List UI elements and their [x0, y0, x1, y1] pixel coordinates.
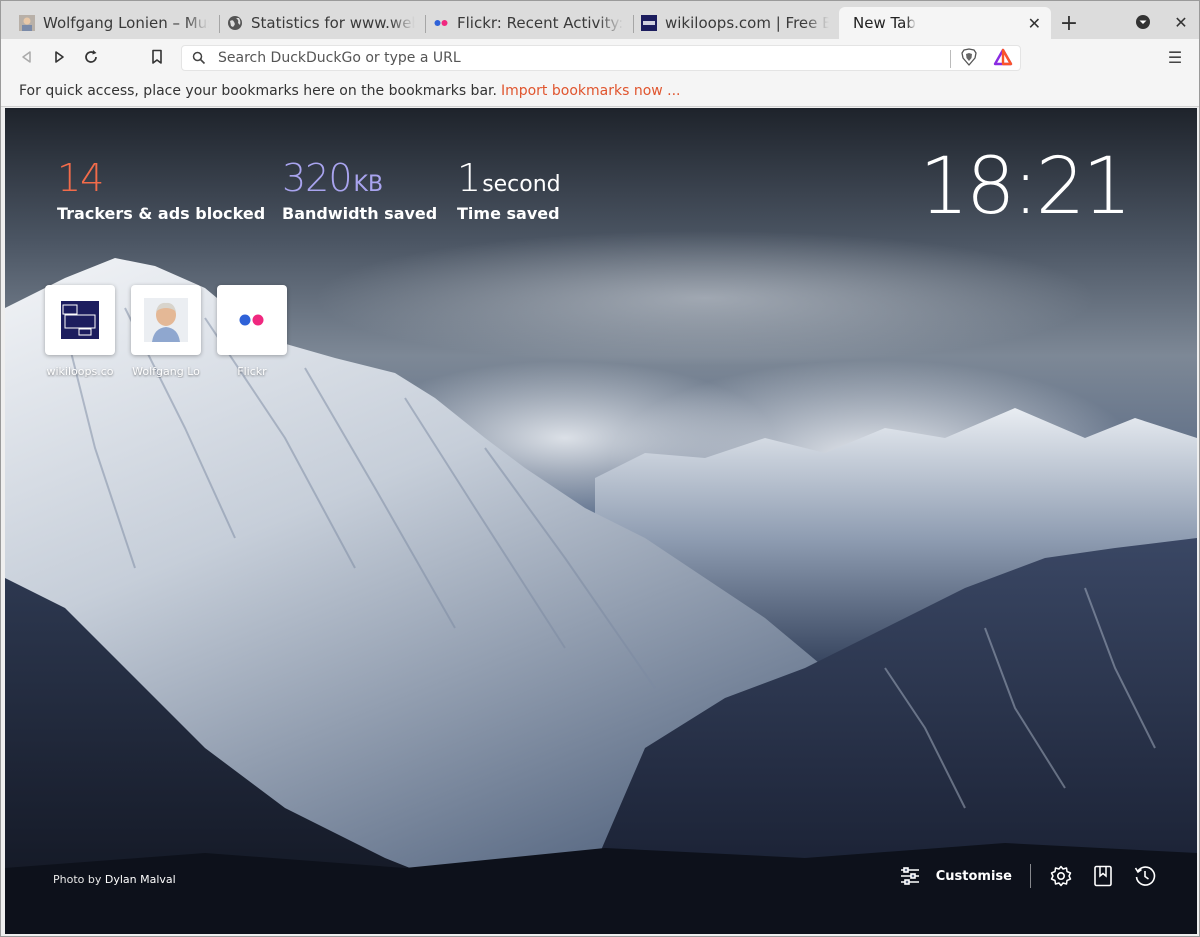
bottom-controls: Customise — [898, 864, 1157, 888]
wikiloops-logo-icon — [61, 301, 99, 339]
tab-label: Statistics for www.web59 — [251, 14, 415, 32]
customise-label: Customise — [935, 868, 1012, 884]
stat-bandwidth-saved: 320KB Bandwidth saved — [282, 156, 437, 223]
window-close-icon[interactable]: ✕ — [1171, 12, 1191, 32]
forward-button[interactable] — [47, 45, 71, 69]
photo-credit-prefix: Photo by — [53, 873, 102, 886]
flickr-icon — [433, 15, 449, 31]
bandwidth-label: Bandwidth saved — [282, 204, 438, 223]
address-bar[interactable] — [181, 45, 1021, 71]
bookmarks-bar: For quick access, place your bookmarks h… — [1, 75, 1199, 107]
tab-strip: Wolfgang Lonien – Music Statistics for w… — [1, 1, 1199, 39]
bookmarks-bar-message: For quick access, place your bookmarks h… — [19, 82, 497, 99]
menu-icon[interactable]: ☰ — [1163, 45, 1187, 69]
brave-rewards-icon[interactable] — [991, 45, 1015, 69]
globe-icon — [227, 15, 243, 31]
tab-wikiloops[interactable]: wikiloops.com | Free Back — [627, 7, 839, 39]
top-site-tile[interactable] — [131, 285, 201, 355]
clock: 18:21 — [919, 142, 1132, 232]
tab-label: wikiloops.com | Free Back — [665, 14, 829, 32]
controls-divider — [1030, 864, 1031, 888]
photo-credit-author[interactable]: Dylan Malval — [105, 873, 176, 886]
search-input[interactable] — [216, 49, 940, 67]
top-site-wikiloops[interactable]: wikiloops.co — [45, 285, 115, 378]
flickr-logo-icon — [239, 314, 264, 326]
wikiloops-icon — [641, 15, 657, 31]
new-tab-button[interactable]: + — [1057, 11, 1081, 36]
photo-credit: Photo by Dylan Malval — [53, 873, 176, 886]
top-site-wolfgang-lonien[interactable]: Wolfgang Lo — [131, 285, 201, 378]
tab-label: Flickr: Recent Activity: All — [457, 14, 623, 32]
time-unit: second — [482, 172, 561, 197]
bandwidth-value: 320 — [282, 156, 353, 200]
bookmarks-icon[interactable] — [1091, 864, 1115, 888]
import-bookmarks-link[interactable]: Import bookmarks now ... — [501, 83, 681, 99]
top-site-name: wikiloops.co — [46, 365, 114, 378]
tab-label: Wolfgang Lonien – Music — [43, 14, 209, 32]
tab-label: New Tab — [853, 14, 916, 32]
trackers-count: 14 — [57, 156, 104, 200]
stat-trackers-blocked: 14 Trackers & ads blocked — [57, 156, 265, 223]
person-photo-icon — [19, 15, 35, 31]
tab-wolfgang-lonien[interactable]: Wolfgang Lonien – Music — [5, 7, 219, 39]
tab-statistics[interactable]: Statistics for www.web59 — [213, 7, 425, 39]
customise-button[interactable]: Customise — [898, 864, 1012, 888]
back-button[interactable] — [15, 45, 39, 69]
top-site-flickr[interactable]: Flickr — [217, 285, 287, 378]
address-bar-divider — [950, 50, 951, 68]
top-site-name: Flickr — [237, 365, 267, 378]
tab-list-dropdown-icon[interactable] — [1133, 12, 1153, 32]
tab-new-tab[interactable]: New Tab ✕ — [839, 7, 1051, 39]
trackers-label: Trackers & ads blocked — [57, 204, 266, 223]
bandwidth-unit: KB — [353, 172, 384, 197]
toolbar: ☰ — [1, 39, 1199, 75]
search-icon — [190, 49, 208, 67]
new-tab-page: 14 Trackers & ads blocked 320KB Bandwidt… — [5, 108, 1197, 934]
top-site-name: Wolfgang Lo — [132, 365, 200, 378]
sliders-icon — [898, 864, 922, 888]
brave-shields-icon[interactable] — [957, 45, 981, 69]
reload-button[interactable] — [79, 45, 103, 69]
stat-time-saved: 1second Time saved — [457, 156, 561, 223]
top-site-tile[interactable] — [45, 285, 115, 355]
settings-gear-icon[interactable] — [1049, 864, 1073, 888]
history-icon[interactable] — [1133, 864, 1157, 888]
person-photo-icon — [144, 298, 188, 342]
time-label: Time saved — [457, 204, 560, 223]
time-value: 1 — [457, 156, 481, 200]
top-site-tile[interactable] — [217, 285, 287, 355]
bookmark-page-button[interactable] — [145, 45, 169, 69]
tab-flickr[interactable]: Flickr: Recent Activity: All — [419, 7, 633, 39]
close-tab-icon[interactable]: ✕ — [1028, 14, 1041, 33]
browser-window: Wolfgang Lonien – Music Statistics for w… — [0, 0, 1200, 937]
